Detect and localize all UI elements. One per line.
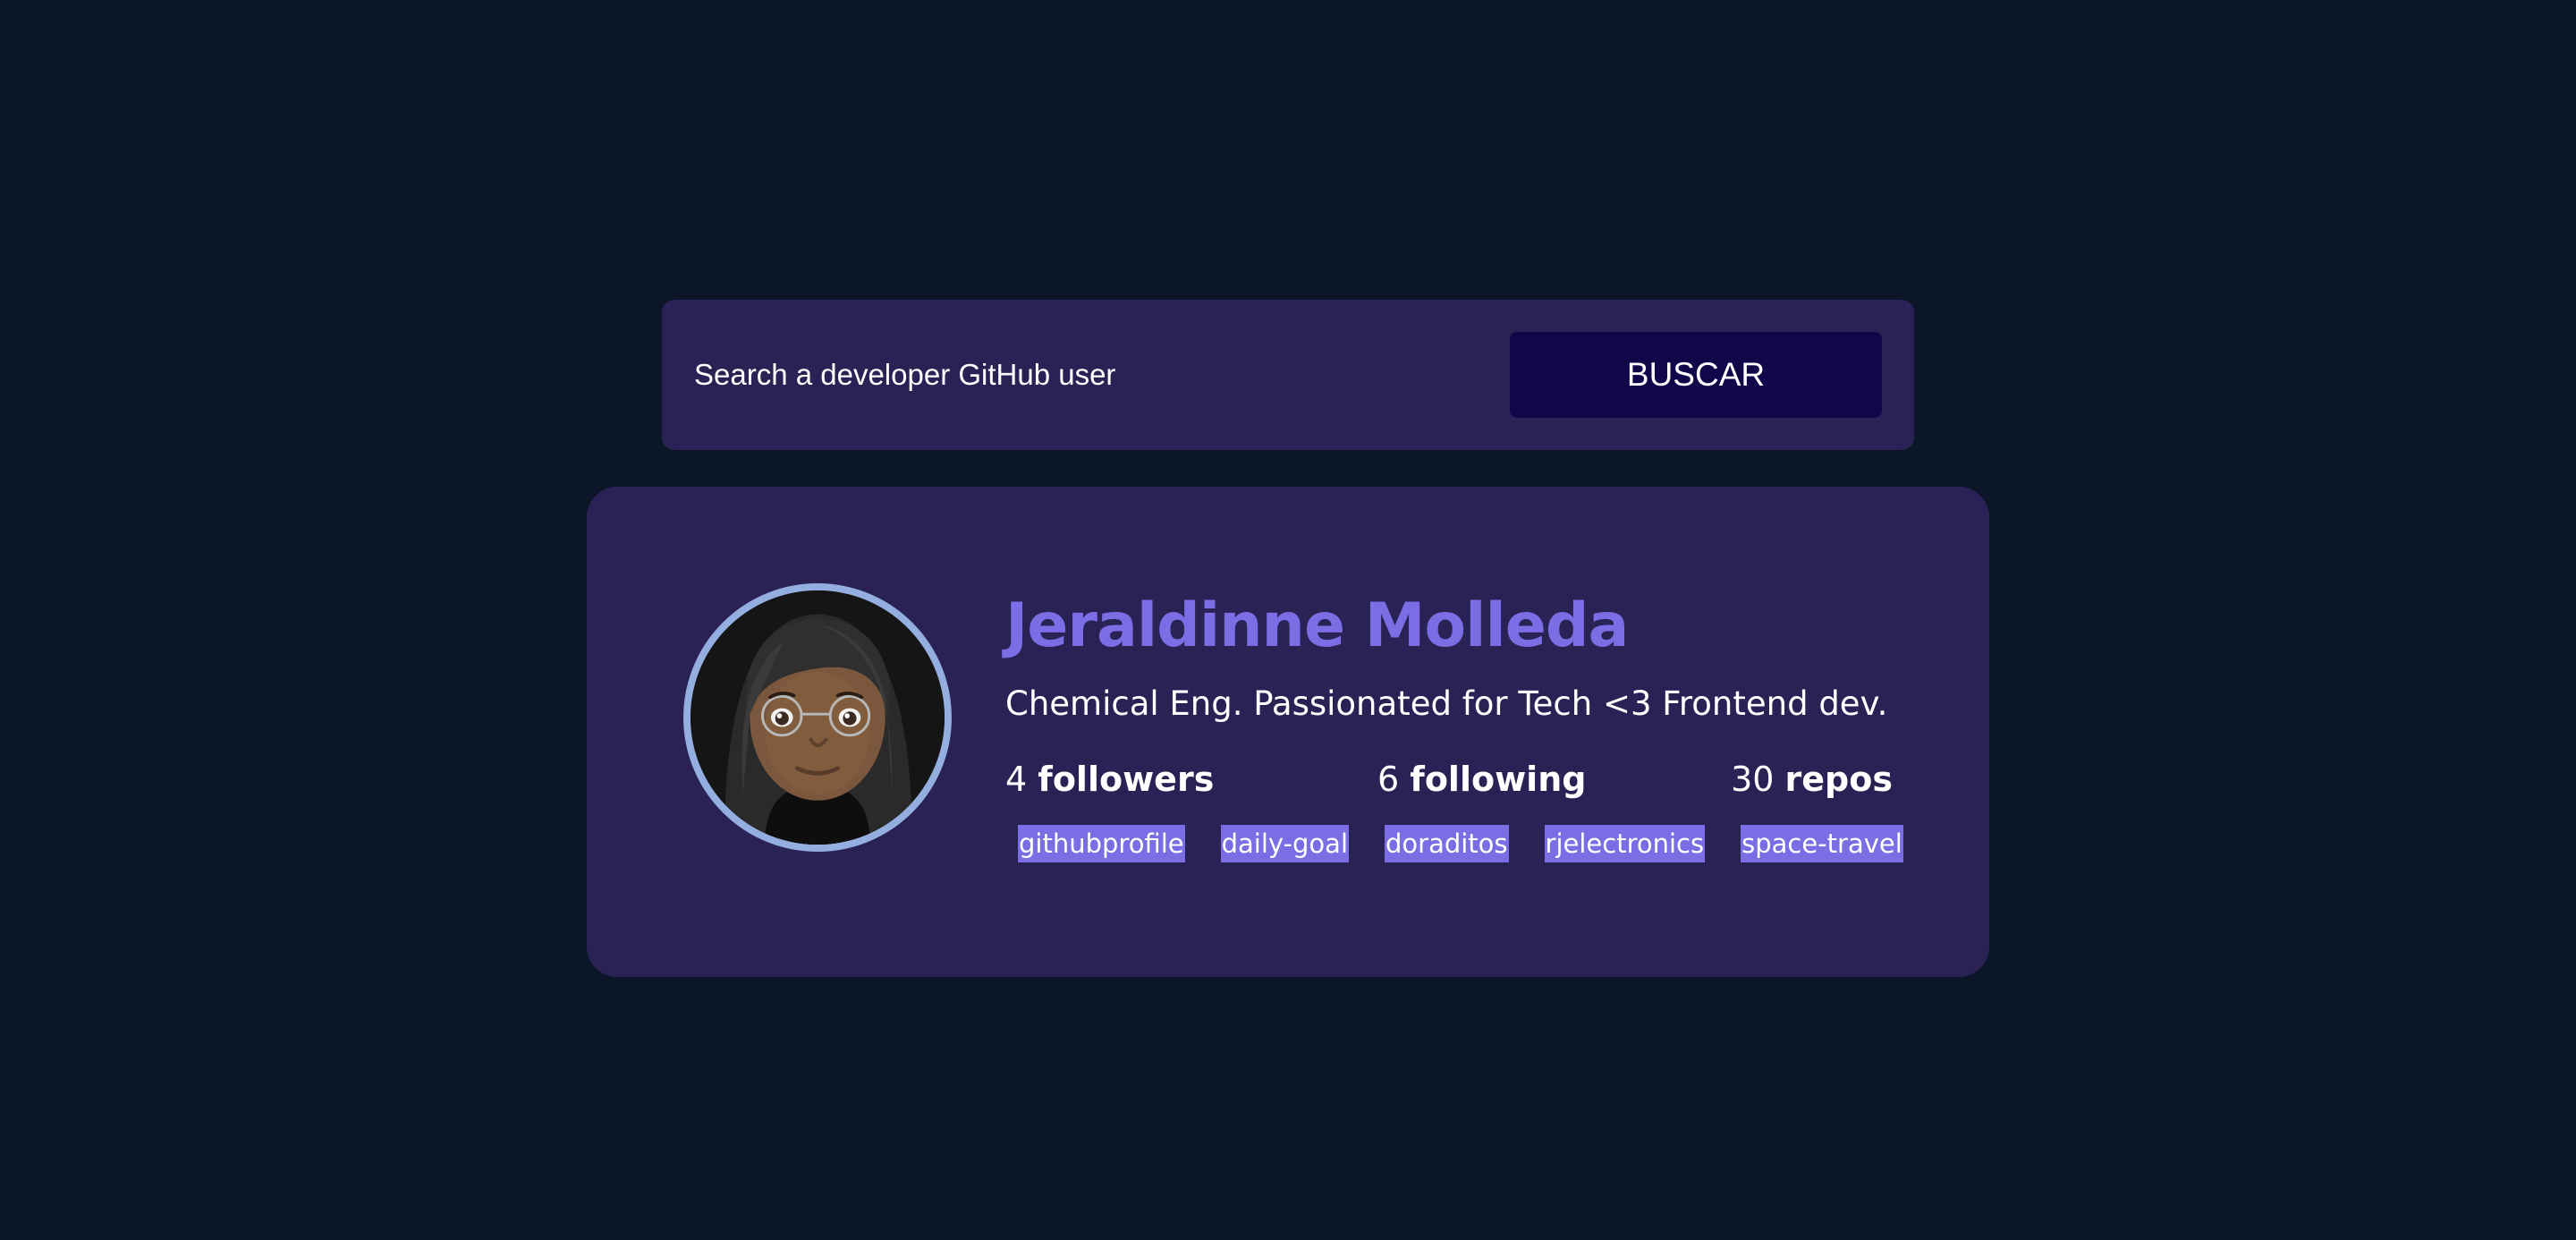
search-bar: BUSCAR	[662, 300, 1914, 450]
followers-stat: 4 followers	[1005, 755, 1214, 803]
repo-tag-rjelectronics[interactable]: rjelectronics	[1544, 825, 1706, 862]
memoji-avatar-icon	[691, 590, 945, 845]
repo-list: githubprofile daily-goal doraditos rjele…	[1018, 825, 1903, 862]
repo-tag-githubprofile[interactable]: githubprofile	[1018, 825, 1185, 862]
profile-bio: Chemical Eng. Passionated for Tech <3 Fr…	[1005, 684, 1888, 723]
profile-stats: 4 followers 6 following 30 repos	[1005, 755, 1893, 803]
repo-tag-daily-goal[interactable]: daily-goal	[1220, 825, 1349, 862]
followers-label: followers	[1038, 760, 1215, 799]
followers-count: 4	[1005, 760, 1028, 799]
avatar	[683, 583, 952, 852]
repos-label: repos	[1784, 760, 1893, 799]
following-stat: 6 following	[1377, 755, 1586, 803]
search-input[interactable]	[694, 332, 1481, 418]
profile-name: Jeraldinne Molleda	[1005, 590, 1629, 661]
profile-card: Jeraldinne Molleda Chemical Eng. Passion…	[587, 487, 1989, 977]
repo-tag-doraditos[interactable]: doraditos	[1385, 825, 1509, 862]
repos-count: 30	[1731, 760, 1775, 799]
repos-stat: 30 repos	[1731, 755, 1893, 803]
app-page: BUSCAR	[0, 0, 2576, 1240]
following-label: following	[1410, 760, 1587, 799]
repo-tag-space-travel[interactable]: space-travel	[1741, 825, 1903, 862]
search-button[interactable]: BUSCAR	[1510, 332, 1882, 418]
following-count: 6	[1377, 760, 1400, 799]
